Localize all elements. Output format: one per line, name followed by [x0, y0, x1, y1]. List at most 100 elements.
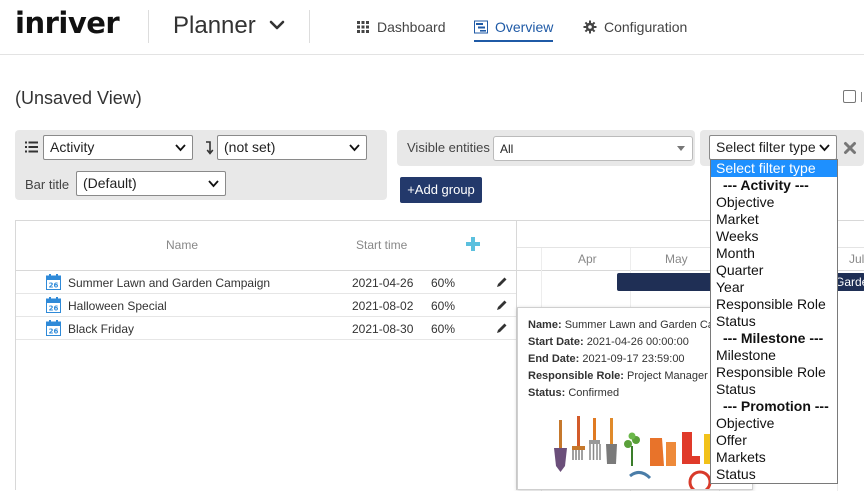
garden-tools-image — [554, 416, 722, 489]
app-title[interactable]: Planner — [173, 12, 256, 40]
entity-type-value: Activity — [50, 139, 95, 155]
sort-value: (not set) — [224, 139, 276, 155]
month-label: Jul — [849, 252, 864, 266]
sort-icon — [206, 141, 214, 155]
close-icon[interactable] — [843, 141, 857, 155]
month-label: Apr — [578, 252, 597, 266]
dropdown-option[interactable]: Select filter type — [711, 160, 837, 177]
top-header: inriver Planner Dashboard Overview Confi… — [0, 0, 864, 55]
calendar-icon: 26 — [46, 320, 61, 336]
grid-header: Name Start time — [16, 221, 517, 271]
dropdown-option[interactable]: Offer — [711, 432, 837, 449]
view-checkbox[interactable] — [843, 90, 856, 103]
table-row[interactable]: 26 Black Friday 2021-08-30 60% — [16, 317, 517, 340]
header-divider — [309, 10, 310, 43]
nav-dashboard[interactable]: Dashboard — [356, 18, 446, 36]
table-row[interactable]: 26 Halloween Special 2021-08-02 60% — [16, 294, 517, 317]
bar-title-value: (Default) — [83, 175, 137, 191]
pencil-icon[interactable] — [496, 276, 508, 288]
bar-title-label: Bar title — [25, 177, 70, 192]
dropdown-option[interactable]: Quarter — [711, 262, 837, 279]
tooltip-start-date: Start Date: 2021-04-26 00:00:00 — [528, 336, 689, 348]
dropdown-option[interactable]: Status — [711, 381, 837, 398]
dropdown-option[interactable]: Objective — [711, 194, 837, 211]
chevron-down-icon — [208, 180, 219, 188]
dropdown-option[interactable]: Status — [711, 313, 837, 330]
nav-overview[interactable]: Overview — [474, 18, 554, 42]
tooltip-label: End Date: — [528, 353, 580, 365]
tooltip-label: Responsible Role: — [528, 370, 624, 382]
nav-configuration-label: Configuration — [604, 19, 688, 35]
month-label: May — [665, 252, 688, 266]
tooltip-label: Name: — [528, 319, 562, 331]
column-header-name[interactable]: Name — [166, 238, 198, 252]
nav-dashboard-label: Dashboard — [377, 19, 446, 35]
header-divider — [148, 10, 149, 43]
list-icon — [25, 141, 38, 153]
add-group-button[interactable]: +Add group — [400, 177, 482, 203]
nav-configuration[interactable]: Configuration — [583, 18, 687, 36]
column-header-start-time[interactable]: Start time — [356, 238, 407, 252]
calendar-icon: 26 — [46, 274, 61, 290]
svg-text:26: 26 — [49, 282, 59, 290]
tooltip-end-date: End Date: 2021-09-17 23:59:00 — [528, 353, 685, 365]
dropdown-option[interactable]: Weeks — [711, 228, 837, 245]
dropdown-group-header: --- Activity --- — [723, 177, 809, 193]
sort-select[interactable]: (not set) — [217, 135, 367, 160]
gantt-icon — [474, 20, 488, 34]
gear-icon — [583, 20, 597, 34]
chevron-down-icon — [175, 144, 186, 152]
row-name: Halloween Special — [68, 299, 167, 313]
dropdown-option[interactable]: Year — [711, 279, 837, 296]
row-name: Black Friday — [68, 322, 135, 336]
inriver-logo[interactable]: inriver — [15, 6, 120, 40]
tooltip-status: Status: Confirmed — [528, 387, 619, 399]
clipped-control — [861, 92, 862, 102]
entity-type-select[interactable]: Activity — [43, 135, 193, 160]
visible-entities-label: Visible entities — [407, 140, 490, 155]
row-progress: 60% — [431, 322, 456, 336]
table-row[interactable]: 26 Summer Lawn and Garden Campaign 2021-… — [16, 271, 517, 294]
view-title: (Unsaved View) — [15, 88, 142, 108]
dropdown-option[interactable]: Markets — [711, 449, 837, 466]
pencil-icon[interactable] — [496, 322, 508, 334]
visible-entities-select[interactable]: All — [493, 136, 693, 161]
tooltip-value: Confirmed — [568, 387, 620, 399]
visible-entities-value: All — [500, 142, 514, 156]
chevron-down-icon — [349, 144, 360, 152]
dropdown-group-header: --- Milestone --- — [723, 330, 824, 346]
row-progress: 60% — [431, 299, 456, 313]
bar-title-select[interactable]: (Default) — [76, 171, 226, 196]
activity-grid: Name Start time 26 Summer Lawn and Garde… — [15, 220, 517, 490]
pencil-icon[interactable] — [496, 299, 508, 311]
filter-type-select[interactable]: Select filter type — [709, 135, 837, 160]
tooltip-value: Summer Lawn and Garden Ca — [564, 319, 714, 331]
row-start-time: 2021-08-02 — [352, 299, 414, 313]
filter-type-dropdown: Select filter type --- Activity --- Object… — [710, 159, 838, 484]
dropdown-option[interactable]: Market — [711, 211, 837, 228]
row-start-time: 2021-08-30 — [352, 322, 414, 336]
dropdown-option[interactable]: Month — [711, 245, 837, 262]
svg-text:26: 26 — [49, 305, 59, 313]
row-progress: 60% — [431, 276, 456, 290]
svg-text:26: 26 — [49, 328, 59, 336]
nav-overview-label: Overview — [495, 19, 554, 35]
chevron-down-icon[interactable] — [268, 16, 286, 34]
caret-down-icon — [677, 146, 685, 151]
tooltip-value: 2021-04-26 00:00:00 — [586, 336, 689, 348]
add-icon[interactable] — [465, 236, 481, 252]
filter-type-value: Select filter type — [716, 139, 816, 155]
row-name: Summer Lawn and Garden Campaign — [68, 276, 271, 290]
dropdown-option[interactable]: Status — [711, 466, 837, 483]
dropdown-group-header: --- Promotion --- — [723, 398, 829, 414]
tooltip-name: Name: Summer Lawn and Garden Ca — [528, 319, 714, 331]
tooltip-responsible-role: Responsible Role: Project Manager — [528, 370, 708, 382]
dropdown-option[interactable]: Responsible Role — [711, 296, 837, 313]
dropdown-option[interactable]: Milestone — [711, 347, 837, 364]
tooltip-label: Start Date: — [528, 336, 584, 348]
dropdown-option[interactable]: Objective — [711, 415, 837, 432]
grid-icon — [357, 21, 369, 33]
tooltip-label: Status: — [528, 387, 566, 399]
dropdown-option[interactable]: Responsible Role — [711, 364, 837, 381]
tooltip-value: 2021-09-17 23:59:00 — [582, 353, 685, 365]
